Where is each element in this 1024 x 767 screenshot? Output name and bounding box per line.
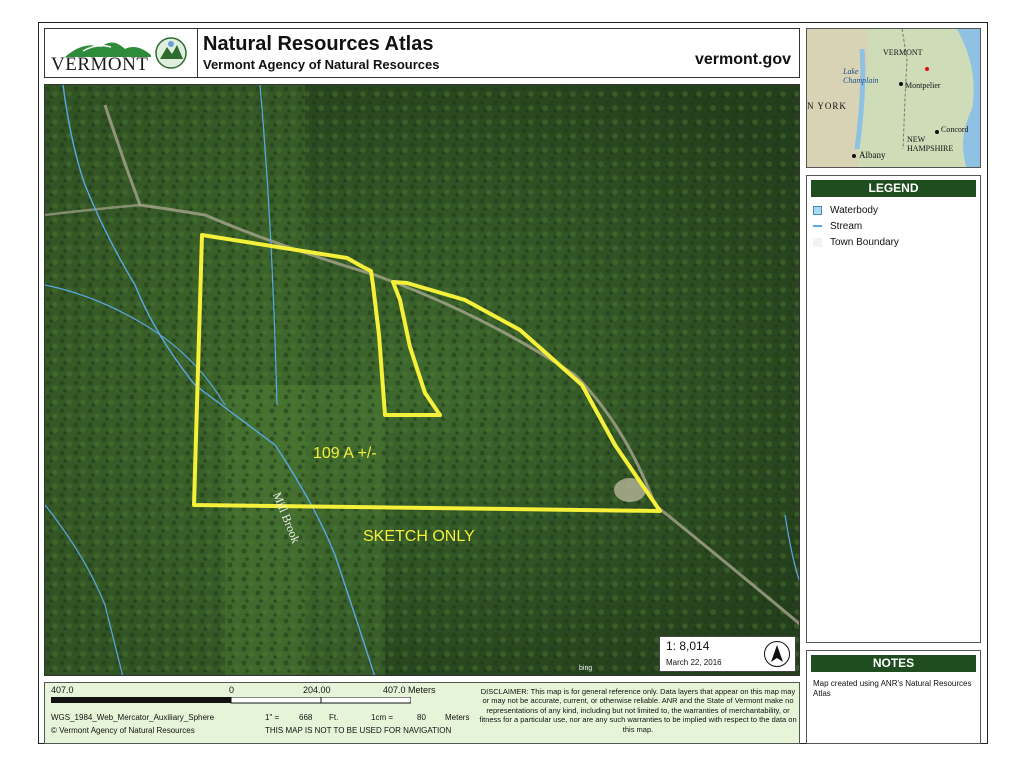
inset-label-vermont: VERMONT	[883, 48, 923, 57]
bing-attribution: bing	[579, 665, 593, 672]
legend-item-town-boundary: Town Boundary	[813, 236, 899, 250]
map-header: VERMONT Natural Resources Atlas Vermont …	[44, 28, 800, 78]
waterbody-swatch-icon	[813, 205, 822, 215]
cm-scale-label: 1cm =	[371, 713, 394, 722]
scale-box: 1: 8,014 March 22, 2016	[659, 636, 796, 672]
page-subtitle: Vermont Agency of Natural Resources	[203, 57, 440, 72]
inch-scale-value: 668	[299, 713, 313, 722]
map-date: March 22, 2016	[666, 658, 722, 667]
inch-scale-label: 1" =	[265, 713, 280, 722]
projection-text: WGS_1984_Web_Mercator_Auxiliary_Sphere	[51, 713, 215, 722]
inset-label-new-york: N YORK	[807, 101, 847, 111]
notes-panel: NOTES Map created using ANR's Natural Re…	[806, 650, 981, 744]
legend-item-waterbody: Waterbody	[813, 204, 878, 218]
scalebar-zero: 0	[229, 685, 235, 695]
aerial-map[interactable]: 109 A +/- SKETCH ONLY Mill Brook bing	[44, 84, 800, 676]
north-arrow-icon	[764, 641, 790, 667]
scalebar-right-value: 407.0 Meters	[383, 685, 436, 695]
inset-map[interactable]: VERMONT Lake Champlain Montpelier N YORK…	[806, 28, 981, 168]
cm-scale-value: 80	[417, 713, 426, 722]
map-canvas[interactable]	[45, 85, 800, 676]
cm-scale-unit: Meters	[445, 713, 470, 722]
scalebar-mid-value: 204.00	[303, 685, 331, 695]
inset-label-lake: Lake Champlain	[843, 67, 879, 85]
town-boundary-swatch-icon	[813, 237, 822, 247]
page-title: Natural Resources Atlas	[203, 33, 434, 55]
notes-title: NOTES	[811, 655, 976, 672]
inset-label-concord: Concord	[941, 125, 969, 134]
notes-text: Map created using ANR's Natural Resource…	[813, 679, 972, 698]
scale-ratio: 1: 8,014	[666, 639, 710, 653]
sketch-only-label: SKETCH ONLY	[363, 528, 475, 545]
site-link[interactable]: vermont.gov	[695, 51, 791, 69]
vermont-logo-text: VERMONT	[51, 54, 149, 75]
navigation-warning: THIS MAP IS NOT TO BE USED FOR NAVIGATIO…	[265, 726, 452, 735]
inch-scale-unit: Ft.	[329, 713, 339, 722]
legend-item-stream: Stream	[813, 220, 862, 234]
parcel-acreage-label: 109 A +/-	[313, 445, 377, 462]
disclaimer-text: DISCLAIMER: This map is for general refe…	[479, 687, 797, 734]
stream-swatch-icon	[813, 225, 822, 228]
inset-label-new-hampshire: NEW HAMPSHIRE	[907, 135, 954, 153]
scalebar-left-value: 407.0	[51, 685, 74, 695]
scalebar-graphic	[51, 697, 411, 704]
map-footer: 407.0 0 204.00 407.0 Meters WGS_1984_Web…	[44, 682, 800, 744]
legend-panel: LEGEND Waterbody Stream Town Boundary	[806, 175, 981, 643]
logo-area: VERMONT	[45, 29, 198, 77]
legend-title: LEGEND	[811, 180, 976, 197]
inset-label-montpelier: Montpelier	[905, 81, 941, 90]
copyright-text: © Vermont Agency of Natural Resources	[51, 726, 195, 735]
inset-label-albany: Albany	[859, 150, 886, 160]
anr-seal-icon	[155, 37, 187, 69]
